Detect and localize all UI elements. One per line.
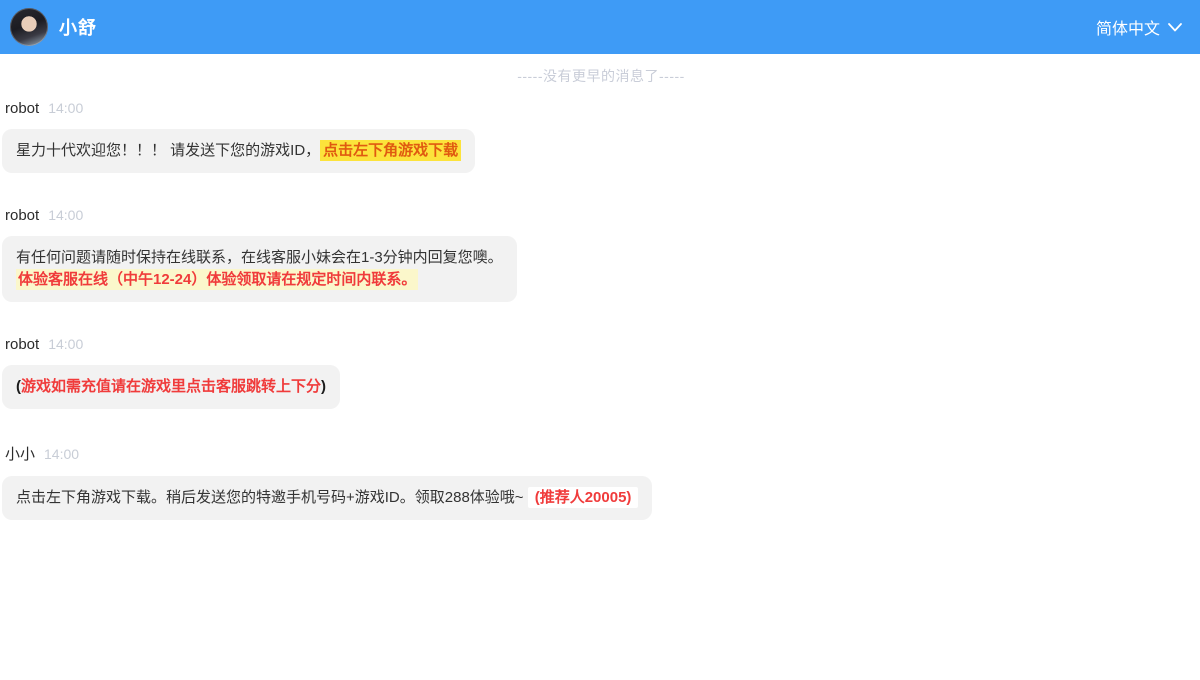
message-meta: 小小 14:00 xyxy=(2,443,1200,464)
message-sender: robot xyxy=(5,100,39,117)
message-bubble: 点击左下角游戏下载。稍后发送您的特邀手机号码+游戏ID。领取288体验哦~ (推… xyxy=(2,476,652,520)
message-bubble: (游戏如需充值请在游戏里点击客服跳转上下分) xyxy=(2,365,340,409)
message-time: 14:00 xyxy=(48,336,83,352)
message-sender: robot xyxy=(5,336,39,353)
message-list: robot14:00星力十代欢迎您！！！ 请发送下您的游戏ID，点击左下角游戏下… xyxy=(2,100,1200,520)
message-segment: 体验客服在线（中午12-24）体验领取请在规定时间内联系。 xyxy=(16,269,418,290)
chat-message: robot 14:00 有任何问题请随时保持在线联系，在线客服小妹会在1-3分钟内回… xyxy=(2,207,1200,302)
no-earlier-messages-divider: -----没有更早的消息了----- xyxy=(2,66,1200,86)
language-selector[interactable]: 简体中文 xyxy=(1096,15,1182,39)
message-segment: (推荐人20005) xyxy=(528,487,639,508)
message-bubble: 有任何问题请随时保持在线联系，在线客服小妹会在1-3分钟内回复您噢。体验客服在线… xyxy=(2,236,517,302)
message-meta: robot 14:00 xyxy=(2,336,1200,353)
agent-name: 小舒 xyxy=(59,14,97,40)
message-time: 14:00 xyxy=(48,100,83,116)
message-time: 14:00 xyxy=(48,207,83,223)
chevron-down-icon xyxy=(1168,23,1182,32)
message-segment: 星力十代欢迎您！！！ 请发送下您的游戏ID， xyxy=(16,142,320,159)
chat-message: robot 14:00 (游戏如需充值请在游戏里点击客服跳转上下分) xyxy=(2,336,1200,409)
message-segment: 游戏如需充值请在游戏里点击客服跳转上下分 xyxy=(21,378,321,395)
message-meta: robot 14:00 xyxy=(2,100,1200,117)
chat-message: 小小 14:00 点击左下角游戏下载。稍后发送您的特邀手机号码+游戏ID。领取288… xyxy=(2,443,1200,520)
message-segment: 点击左下角游戏下载。稍后发送您的特邀手机号码+游戏ID。领取288体验哦~ xyxy=(16,489,528,506)
message-time: 14:00 xyxy=(44,446,79,462)
message-segment: 有任何问题请随时保持在线联系，在线客服小妹会在1-3分钟内回复您噢。 xyxy=(16,249,503,266)
chat-header: 小舒 简体中文 xyxy=(0,0,1200,54)
chat-message: robot 14:00 星力十代欢迎您！！！ 请发送下您的游戏ID，点击左下角游戏下… xyxy=(2,100,1200,173)
agent-avatar xyxy=(10,8,48,46)
language-selector-label: 简体中文 xyxy=(1096,15,1160,39)
message-bubble: 星力十代欢迎您！！！ 请发送下您的游戏ID，点击左下角游戏下载 xyxy=(2,129,475,173)
message-segment: ) xyxy=(321,378,326,395)
chat-message-area: -----没有更早的消息了----- robot 14:00 星力十代欢迎您！！！ … xyxy=(0,54,1200,520)
message-meta: robot 14:00 xyxy=(2,207,1200,224)
message-sender: robot xyxy=(5,207,39,224)
message-sender: 小小 xyxy=(5,443,35,464)
message-segment: 点击左下角游戏下载 xyxy=(320,140,461,161)
